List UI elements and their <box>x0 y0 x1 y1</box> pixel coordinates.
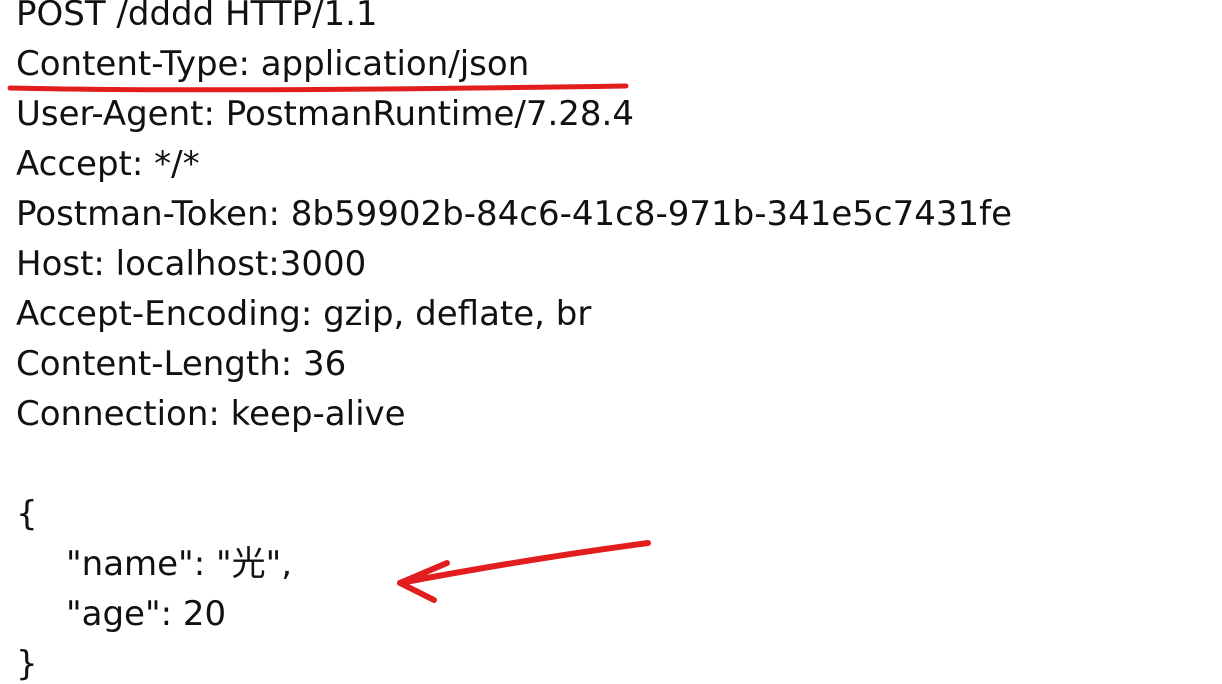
body-open-brace: { <box>16 494 38 534</box>
body-close-brace: } <box>16 644 38 684</box>
header-user-agent: User-Agent: PostmanRuntime/7.28.4 <box>16 94 634 134</box>
red-arrow-shaft-annotation <box>397 540 651 586</box>
header-accept-encoding: Accept-Encoding: gzip, deflate, br <box>16 294 592 334</box>
header-content-type: Content-Type: application/json <box>16 44 530 84</box>
header-postman-token: Postman-Token: 8b59902b-84c6-41c8-971b-3… <box>16 194 1013 234</box>
header-host: Host: localhost:3000 <box>16 244 367 284</box>
header-accept: Accept: */* <box>16 144 200 184</box>
http-request-view: POST /dddd HTTP/1.1 Content-Type: applic… <box>0 0 1222 684</box>
red-arrow-head-annotation <box>397 560 450 603</box>
body-field-age: "age": 20 <box>66 594 227 634</box>
request-line: POST /dddd HTTP/1.1 <box>16 0 378 34</box>
header-content-length: Content-Length: 36 <box>16 344 347 384</box>
red-underline-annotation <box>7 83 629 93</box>
body-field-name: "name": "光", <box>66 544 293 584</box>
header-connection: Connection: keep-alive <box>16 394 406 434</box>
